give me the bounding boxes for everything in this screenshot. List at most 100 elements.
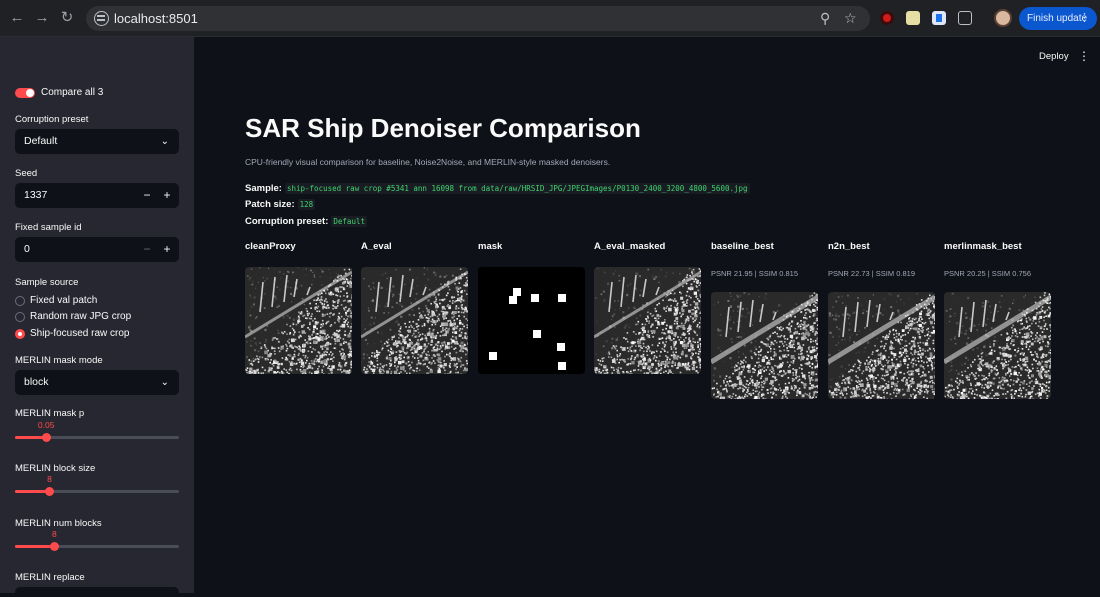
image-column-mask: mask [478,241,588,411]
slider-fill [15,545,54,548]
radio-dot [15,312,25,322]
sample-value: ship-focused raw crop #5341 ann 16098 fr… [285,183,750,194]
block-size-slider[interactable]: 8 [15,490,179,493]
merlin-mode-label: MERLIN mask mode [15,355,103,366]
patch-value: 128 [298,199,316,210]
num-blocks-slider[interactable]: 8 [15,545,179,548]
image-column-n2n_best: n2n_best PSNR 22.73 | SSIM 0.819 [828,241,938,411]
compare-all-label: Compare all 3 [41,87,103,98]
mask-block [489,352,497,360]
back-icon[interactable]: ← [8,9,26,27]
bookmark-star-icon[interactable]: ☆ [844,10,857,27]
sar-image [828,292,935,399]
replace-select[interactable] [15,587,179,597]
url-text: localhost:8501 [114,11,198,26]
mask-p-slider[interactable]: 0.05 [15,436,179,439]
page-subtitle: CPU-friendly visual comparison for basel… [245,157,610,167]
fixed-sample-decrement-button[interactable]: − [137,237,157,262]
radio-dot [15,296,25,306]
sar-image [361,267,468,374]
image-caption: A_eval [361,241,471,252]
patch-label: Patch size: [245,199,295,210]
image-caption: A_eval_masked [594,241,704,252]
deploy-button[interactable]: Deploy [1039,51,1069,62]
sar-image [594,267,701,374]
seed-label: Seed [15,168,37,179]
profile-avatar[interactable] [994,9,1012,27]
slider-value: 8 [52,529,57,539]
image-caption: mask [478,241,588,252]
main-content: Deploy ⋮ SAR Ship Denoiser Comparison CP… [194,37,1100,593]
slider-fill [15,490,49,493]
patch-line: Patch size:128 [245,199,315,210]
fixed-sample-increment-button[interactable]: + [157,237,177,262]
address-bar[interactable]: localhost:8501 ⚲ ☆ [86,6,870,31]
metric-text: PSNR 21.95 | SSIM 0.815 [711,269,798,278]
seed-increment-button[interactable]: + [157,183,177,208]
browser-toolbar: ← → ↻ localhost:8501 ⚲ ☆ Finish update ⋮ [0,0,1100,37]
sar-image [711,292,818,399]
mask-p-label: MERLIN mask p [15,408,84,419]
image-column-A_eval_masked: A_eval_masked [594,241,704,411]
sample-label: Sample: [245,183,282,194]
metric-text: PSNR 22.73 | SSIM 0.819 [828,269,915,278]
merlin-mode-value: block [24,376,49,388]
image-column-cleanProxy: cleanProxy [245,241,355,411]
finish-update-button[interactable]: Finish update ⋮ [1019,7,1097,30]
seed-decrement-button[interactable]: − [137,183,157,208]
fixed-sample-label: Fixed sample id [15,222,82,233]
sar-image [245,267,352,374]
mask-block [557,343,565,351]
extension-doc-icon[interactable] [932,11,946,25]
seed-value: 1337 [24,189,47,201]
extensions-puzzle-icon[interactable] [958,11,972,25]
mask-block [558,294,566,302]
mask-block [533,330,541,338]
extension-notes-icon[interactable] [906,11,920,25]
metric-text: PSNR 20.25 | SSIM 0.756 [944,269,1031,278]
sample-line: Sample:ship-focused raw crop #5341 ann 1… [245,183,750,194]
mask-block [531,294,539,302]
fixed-sample-input[interactable]: 0 − + [15,237,179,262]
chevron-down-icon: ⌄ [161,370,169,395]
preset-label: Corruption preset: [245,216,328,227]
radio-dot-selected [15,329,25,339]
radio-label: Fixed val patch [30,295,97,306]
mask-image [478,267,585,374]
radio-label: Random raw JPG crop [30,311,131,322]
image-caption: n2n_best [828,241,938,252]
chevron-down-icon: ⌄ [161,129,169,154]
extension-red-icon[interactable] [880,11,894,25]
image-column-baseline_best: baseline_best PSNR 21.95 | SSIM 0.815 [711,241,821,411]
preset-value: Default [331,216,367,227]
image-caption: merlinmask_best [944,241,1054,252]
merlin-mode-select[interactable]: block ⌄ [15,370,179,395]
slider-value: 0.05 [38,420,55,430]
compare-all-toggle[interactable] [15,88,35,98]
forward-icon[interactable]: → [33,9,51,27]
seed-input[interactable]: 1337 − + [15,183,179,208]
page-title: SAR Ship Denoiser Comparison [245,113,641,144]
num-blocks-label: MERLIN num blocks [15,518,102,529]
sample-source-label: Sample source [15,277,78,288]
replace-label: MERLIN replace [15,572,85,583]
block-size-label: MERLIN block size [15,463,95,474]
corruption-preset-value: Default [24,135,57,147]
image-caption: baseline_best [711,241,821,252]
corruption-preset-select[interactable]: Default ⌄ [15,129,179,154]
image-column-A_eval: A_eval [361,241,471,411]
image-caption: cleanProxy [245,241,355,252]
zoom-icon[interactable]: ⚲ [820,10,830,27]
more-vert-icon: ⋮ [1079,7,1090,30]
mask-block [513,288,521,296]
main-menu-icon[interactable]: ⋮ [1078,49,1090,63]
image-column-merlinmask_best: merlinmask_best PSNR 20.25 | SSIM 0.756 [944,241,1054,411]
slider-value: 8 [47,474,52,484]
site-info-icon[interactable] [94,11,109,26]
reload-icon[interactable]: ↻ [58,9,76,27]
radio-label: Ship-focused raw crop [30,328,130,339]
mask-block [509,296,517,304]
corruption-preset-label: Corruption preset [15,114,88,125]
fixed-sample-value: 0 [24,243,30,255]
preset-line: Corruption preset:Default [245,216,367,227]
